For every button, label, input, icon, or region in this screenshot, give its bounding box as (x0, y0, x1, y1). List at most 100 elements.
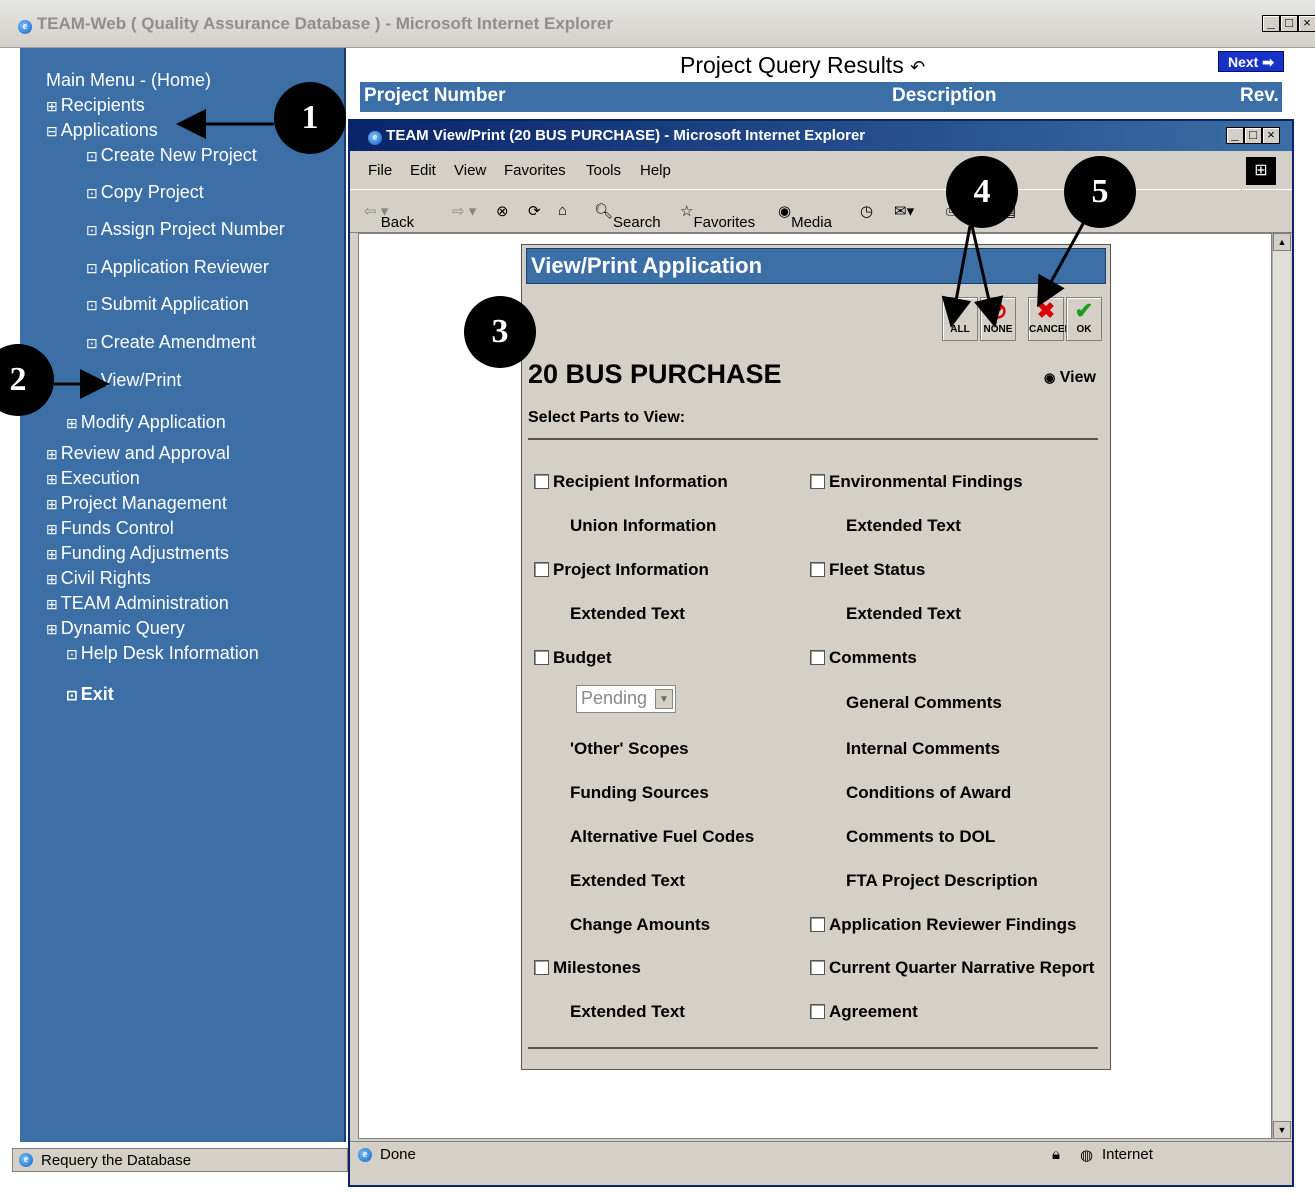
checkbox[interactable] (810, 474, 825, 489)
nav-applications[interactable]: ⊟ Applications (46, 120, 158, 141)
expand-plus-icon: ⊞ (66, 415, 78, 431)
close-icon[interactable]: × (1298, 15, 1315, 32)
inner-titlebar: e TEAM View/Print (20 BUS PURCHASE) - Mi… (350, 121, 1292, 151)
checkbox[interactable] (534, 562, 549, 577)
recipient-information-checkbox[interactable]: Recipient Information (534, 472, 728, 492)
checkbox[interactable] (534, 960, 549, 975)
home-icon[interactable]: ⌂ (558, 202, 567, 219)
bullet-icon: ⊡ (86, 260, 98, 276)
inner-menubar: File Edit View Favorites Tools Help ⊞ (350, 153, 1292, 189)
checkbox[interactable] (810, 562, 825, 577)
nav-review-and-approval[interactable]: ⊞ Review and Approval (46, 443, 230, 464)
dropdown-arrow-icon: ▼ (655, 689, 673, 709)
green-check-icon: ✔ (1074, 298, 1094, 323)
divider (528, 438, 1098, 440)
checkbox[interactable] (810, 1004, 825, 1019)
agreement-checkbox[interactable]: Agreement (810, 1002, 918, 1022)
refresh-icon[interactable]: ⟳ (528, 202, 541, 220)
menu-tools[interactable]: Tools (586, 162, 621, 179)
menu-view[interactable]: View (454, 162, 486, 179)
refresh-icon[interactable]: ↶ (910, 57, 925, 77)
application-reviewer-findings-checkbox[interactable]: Application Reviewer Findings (810, 915, 1076, 935)
minimize-icon[interactable]: _ (1262, 15, 1280, 32)
collapse-minus-icon: ⊟ (46, 123, 58, 139)
nav-help-desk-information[interactable]: ⊡ Help Desk Information (66, 643, 259, 664)
nav-home[interactable]: Main Menu - (Home) (46, 70, 211, 91)
inner-window-title: e TEAM View/Print (20 BUS PURCHASE) - Mi… (368, 127, 865, 145)
budget-checkbox[interactable]: Budget (534, 648, 612, 668)
nav-funding-adjustments[interactable]: ⊞ Funding Adjustments (46, 543, 229, 564)
checkbox[interactable] (810, 917, 825, 932)
column-rev[interactable]: Rev. (1240, 85, 1279, 107)
nav-copy-project[interactable]: ⊡ Copy Project (86, 182, 204, 203)
select-all-button[interactable]: ✔ ALL (942, 297, 978, 341)
outer-window-controls: _ □ × (1262, 15, 1315, 32)
milestones-extended-text-label: Extended Text (570, 1002, 685, 1021)
close-icon[interactable]: × (1262, 127, 1280, 144)
back-button[interactable]: ⇦ Back ▾ (364, 202, 414, 231)
alternative-fuel-codes-label: Alternative Fuel Codes (570, 827, 755, 846)
bullet-icon: ⊡ (86, 297, 98, 313)
current-quarter-narrative-report-checkbox[interactable]: Current Quarter Narrative Report (810, 958, 1094, 978)
nav-create-amendment[interactable]: ⊡ Create Amendment (86, 332, 256, 353)
fleet-status-checkbox[interactable]: Fleet Status (810, 560, 925, 580)
nav-modify-application[interactable]: ⊞ Modify Application (66, 412, 226, 433)
menu-edit[interactable]: Edit (410, 162, 436, 179)
menu-favorites[interactable]: Favorites (504, 162, 566, 179)
expand-plus-icon: ⊞ (46, 446, 58, 462)
results-title: Project Query Results ↶ (680, 52, 926, 78)
budget-status-select[interactable]: Pending ▼ (576, 685, 676, 713)
minimize-icon[interactable]: _ (1226, 127, 1244, 144)
stop-icon[interactable]: ⊗ (496, 202, 509, 220)
nav-recipients[interactable]: ⊞ Recipients (46, 95, 145, 116)
expand-plus-icon: ⊞ (46, 471, 58, 487)
view-radio[interactable]: ◉ View (1044, 369, 1096, 387)
expand-plus-icon: ⊞ (46, 98, 58, 114)
cancel-button[interactable]: ✖ CANCEL (1028, 297, 1071, 341)
checkbox[interactable] (810, 960, 825, 975)
nav-funds-control[interactable]: ⊞ Funds Control (46, 518, 174, 539)
column-project-number[interactable]: Project Number (364, 85, 505, 107)
callout-5: 5 (1064, 156, 1136, 228)
checkbox[interactable] (534, 650, 549, 665)
nav-dynamic-query[interactable]: ⊞ Dynamic Query (46, 618, 185, 639)
maximize-icon[interactable]: □ (1244, 127, 1262, 144)
inner-window-controls: _ □ × (1226, 127, 1280, 144)
search-button[interactable]: 🔍︎ Search (594, 202, 661, 231)
nav-civil-rights[interactable]: ⊞ Civil Rights (46, 568, 151, 589)
nav-exit[interactable]: ⊡ Exit (66, 684, 114, 705)
menu-help[interactable]: Help (640, 162, 671, 179)
column-description[interactable]: Description (892, 85, 997, 107)
nav-project-management[interactable]: ⊞ Project Management (46, 493, 227, 514)
favorites-button[interactable]: ☆ Favorites (680, 202, 755, 231)
mail-icon[interactable]: ✉▾ (894, 202, 914, 220)
maximize-icon[interactable]: □ (1280, 15, 1298, 32)
project-name: 20 BUS PURCHASE (528, 359, 782, 389)
nav-create-new-project[interactable]: ⊡ Create New Project (86, 145, 257, 166)
milestones-checkbox[interactable]: Milestones (534, 958, 641, 978)
vertical-scrollbar[interactable]: ▲ ▼ (1272, 233, 1291, 1139)
nav-application-reviewer[interactable]: ⊡ Application Reviewer (86, 257, 269, 278)
nav-view-print[interactable]: ⊡ View/Print (86, 370, 181, 391)
comments-checkbox[interactable]: Comments (810, 648, 917, 668)
nav-assign-project-number[interactable]: ⊡ Assign Project Number (86, 219, 285, 240)
checkbox[interactable] (810, 650, 825, 665)
radio-selected-icon: ◉ (1044, 370, 1056, 385)
next-button[interactable]: Next ➡ (1218, 51, 1284, 72)
select-none-button[interactable]: ⊘ NONE (980, 297, 1016, 341)
nav-submit-application[interactable]: ⊡ Submit Application (86, 294, 249, 315)
forward-icon[interactable]: ⇨ ▾ (452, 202, 476, 220)
nav-team-administration[interactable]: ⊞ TEAM Administration (46, 593, 229, 614)
checkbox[interactable] (534, 474, 549, 489)
scroll-up-icon[interactable]: ▲ (1273, 233, 1291, 251)
scroll-down-icon[interactable]: ▼ (1273, 1121, 1291, 1139)
ok-button[interactable]: ✔ OK (1066, 297, 1102, 341)
nav-execution[interactable]: ⊞ Execution (46, 468, 140, 489)
environmental-findings-checkbox[interactable]: Environmental Findings (810, 472, 1023, 492)
history-icon[interactable]: ◷ (860, 202, 873, 220)
media-button[interactable]: ◉ Media (778, 202, 832, 231)
menu-file[interactable]: File (368, 162, 392, 179)
expand-plus-icon: ⊞ (46, 571, 58, 587)
callout-1: 1 (274, 82, 346, 154)
project-information-checkbox[interactable]: Project Information (534, 560, 709, 580)
